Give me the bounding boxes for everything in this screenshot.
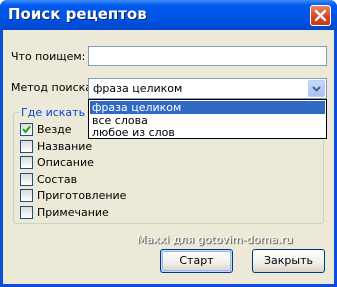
- start-button[interactable]: Старт: [160, 249, 233, 273]
- method-combobox[interactable]: фраза целиком: [88, 78, 327, 99]
- checkbox-label: Приготовление: [37, 189, 127, 202]
- checkbox-box[interactable]: [20, 189, 33, 202]
- dropdown-button[interactable]: [308, 80, 325, 97]
- checkbox-label: Описание: [37, 156, 94, 169]
- method-dropdown-list: фраза целиком все слова любое из слов: [88, 99, 327, 139]
- checkbox-box[interactable]: [20, 123, 33, 136]
- close-window-button[interactable]: [310, 5, 331, 26]
- checkbox-box[interactable]: [20, 156, 33, 169]
- where-group-title: Где искать: [19, 106, 88, 119]
- search-label: Что поищем:: [11, 50, 86, 63]
- checkbox-label: Примечание: [37, 206, 109, 219]
- checkbox-label: Название: [37, 140, 93, 153]
- checkbox-box[interactable]: [20, 140, 33, 153]
- dialog-window: Поиск рецептов Что поищем: Метод поиска …: [0, 0, 337, 287]
- search-input[interactable]: [88, 46, 327, 66]
- checkbox-label: Состав: [37, 173, 78, 186]
- checkbox-label: Везде: [37, 123, 72, 136]
- method-label: Метод поиска: [11, 81, 93, 94]
- close-button[interactable]: Закрыть: [252, 249, 325, 273]
- watermark-text: Maxxi для gotovim-doma.ru: [137, 233, 293, 246]
- method-selected-value: фраза целиком: [93, 82, 183, 95]
- checkbox-box[interactable]: [20, 173, 33, 186]
- checkbox-box[interactable]: [20, 206, 33, 219]
- dropdown-option[interactable]: любое из слов: [90, 126, 325, 139]
- dropdown-option[interactable]: фраза целиком: [90, 101, 325, 114]
- title-bar[interactable]: Поиск рецептов: [0, 0, 337, 30]
- window-title: Поиск рецептов: [8, 5, 147, 23]
